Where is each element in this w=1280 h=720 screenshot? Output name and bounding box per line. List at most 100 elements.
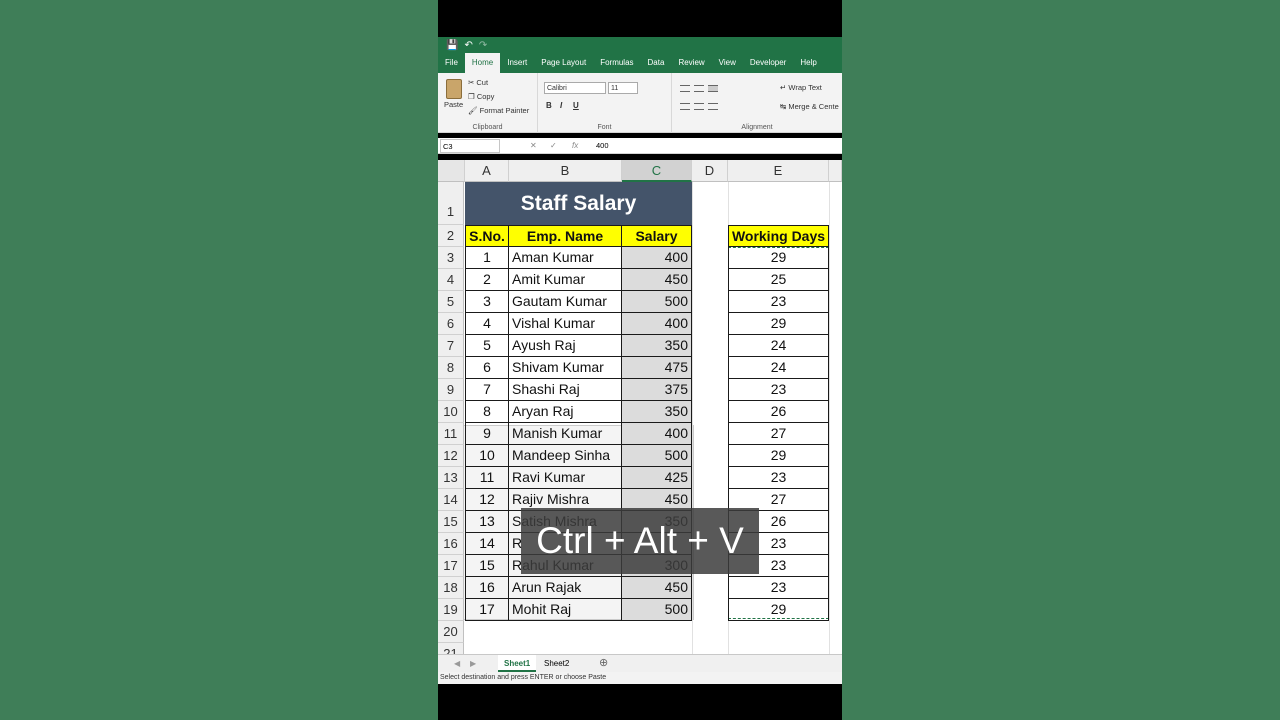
cell-salary[interactable]: 450 [622, 577, 692, 599]
cell-working-days[interactable]: 29 [728, 599, 829, 621]
cell-sno[interactable]: 1 [465, 247, 509, 269]
paste-icon[interactable] [446, 79, 462, 99]
row-header-19[interactable]: 19 [438, 599, 464, 621]
tab-formulas[interactable]: Formulas [593, 53, 640, 73]
cell-working-days[interactable]: 23 [728, 467, 829, 489]
cell-working-days[interactable]: 29 [728, 313, 829, 335]
cell-salary[interactable]: 400 [622, 313, 692, 335]
cell-sno[interactable]: 11 [465, 467, 509, 489]
cell-emp-name[interactable]: Manish Kumar [509, 423, 622, 445]
cell-sno[interactable]: 8 [465, 401, 509, 423]
select-all-corner[interactable] [438, 160, 465, 182]
column-header-c[interactable]: C [622, 160, 692, 182]
row-header-15[interactable]: 15 [438, 511, 464, 533]
cell-emp-name[interactable]: Shashi Raj [509, 379, 622, 401]
row-header-13[interactable]: 13 [438, 467, 464, 489]
tab-insert[interactable]: Insert [500, 53, 534, 73]
column-header-b[interactable]: B [509, 160, 622, 182]
cell-sno[interactable]: 6 [465, 357, 509, 379]
undo-icon[interactable]: ↶ [464, 40, 472, 51]
cell-emp-name[interactable]: Arun Rajak [509, 577, 622, 599]
cell-sno[interactable]: 10 [465, 445, 509, 467]
cell-working-days[interactable]: 27 [728, 423, 829, 445]
align-right-icon[interactable] [708, 103, 718, 110]
cell-sno[interactable]: 7 [465, 379, 509, 401]
redo-icon[interactable]: ↷ [479, 40, 487, 51]
font-name-select[interactable]: Calibri [544, 82, 606, 94]
cancel-icon[interactable]: ✕ [530, 139, 537, 153]
tab-review[interactable]: Review [671, 53, 711, 73]
row-header-14[interactable]: 14 [438, 489, 464, 511]
worksheet-grid[interactable]: Staff Salary A B C D E 1 2 3 4 5 6 7 8 9 10 11 12 13 14 15 1… [438, 160, 842, 654]
column-header-a[interactable]: A [465, 160, 509, 182]
header-salary[interactable]: Salary [622, 225, 692, 247]
cell-sno[interactable]: 5 [465, 335, 509, 357]
align-center-icon[interactable] [694, 103, 704, 110]
cell-sno[interactable]: 15 [465, 555, 509, 577]
formula-input[interactable]: 400 [596, 139, 609, 153]
cell-sno[interactable]: 2 [465, 269, 509, 291]
enter-icon[interactable]: ✓ [550, 139, 557, 153]
cell-emp-name[interactable]: Aman Kumar [509, 247, 622, 269]
tab-file[interactable]: File [438, 53, 465, 73]
header-sno[interactable]: S.No. [465, 225, 509, 247]
tab-home[interactable]: Home [464, 53, 501, 73]
cell-sno[interactable]: 17 [465, 599, 509, 621]
cell-emp-name[interactable]: Vishal Kumar [509, 313, 622, 335]
row-header-8[interactable]: 8 [438, 357, 464, 379]
column-header-d[interactable]: D [692, 160, 728, 182]
row-header-6[interactable]: 6 [438, 313, 464, 335]
row-header-16[interactable]: 16 [438, 533, 464, 555]
row-header-17[interactable]: 17 [438, 555, 464, 577]
column-header-e[interactable]: E [728, 160, 829, 182]
cell-salary[interactable]: 400 [622, 423, 692, 445]
merge-center-button[interactable]: ↹ Merge & Cente [780, 102, 839, 111]
cell-emp-name[interactable]: Shivam Kumar [509, 357, 622, 379]
cell-sno[interactable]: 3 [465, 291, 509, 313]
align-left-icon[interactable] [680, 103, 690, 110]
row-header-4[interactable]: 4 [438, 269, 464, 291]
cell-salary[interactable]: 500 [622, 599, 692, 621]
cell-salary[interactable]: 350 [622, 335, 692, 357]
tab-developer[interactable]: Developer [743, 53, 793, 73]
cell-working-days[interactable]: 25 [728, 269, 829, 291]
paste-button[interactable]: Paste [444, 100, 463, 109]
row-header-18[interactable]: 18 [438, 577, 464, 599]
tab-view[interactable]: View [712, 53, 743, 73]
cell-salary[interactable]: 475 [622, 357, 692, 379]
cell-emp-name[interactable]: Mohit Raj [509, 599, 622, 621]
cell-sno[interactable]: 12 [465, 489, 509, 511]
next-sheet-icon[interactable]: ▶ [464, 655, 482, 672]
cell-working-days[interactable]: 29 [728, 247, 829, 269]
cell-emp-name[interactable]: Aryan Raj [509, 401, 622, 423]
row-header-7[interactable]: 7 [438, 335, 464, 357]
cell-salary[interactable]: 500 [622, 445, 692, 467]
header-emp-name[interactable]: Emp. Name [509, 225, 622, 247]
row-header-21[interactable]: 21 [438, 643, 464, 654]
cell-working-days[interactable]: 26 [728, 401, 829, 423]
row-header-2[interactable]: 2 [438, 225, 464, 247]
cell-salary[interactable]: 400 [622, 247, 692, 269]
row-header-1[interactable]: 1 [438, 182, 464, 225]
title-cell[interactable]: Staff Salary [465, 182, 692, 225]
cell-emp-name[interactable]: Gautam Kumar [509, 291, 622, 313]
name-box[interactable]: C3 [440, 139, 500, 153]
cell-sno[interactable]: 4 [465, 313, 509, 335]
cell-emp-name[interactable]: Ayush Raj [509, 335, 622, 357]
cut-button[interactable]: ✂ Cut [468, 78, 488, 87]
header-working-days[interactable]: Working Days [728, 225, 829, 247]
cell-sno[interactable]: 13 [465, 511, 509, 533]
bold-button[interactable]: B [546, 101, 552, 110]
cell-working-days[interactable]: 24 [728, 357, 829, 379]
row-header-11[interactable]: 11 [438, 423, 464, 445]
save-icon[interactable]: 💾 [446, 40, 458, 51]
align-middle-icon[interactable] [694, 85, 704, 92]
font-size-select[interactable]: 11 [608, 82, 638, 94]
copy-button[interactable]: ❐ Copy [468, 92, 494, 101]
cell-salary[interactable]: 500 [622, 291, 692, 313]
column-header-f[interactable] [829, 160, 842, 182]
cell-salary[interactable]: 350 [622, 401, 692, 423]
cell-sno[interactable]: 9 [465, 423, 509, 445]
cell-emp-name[interactable]: Amit Kumar [509, 269, 622, 291]
italic-button[interactable]: I [560, 101, 562, 110]
